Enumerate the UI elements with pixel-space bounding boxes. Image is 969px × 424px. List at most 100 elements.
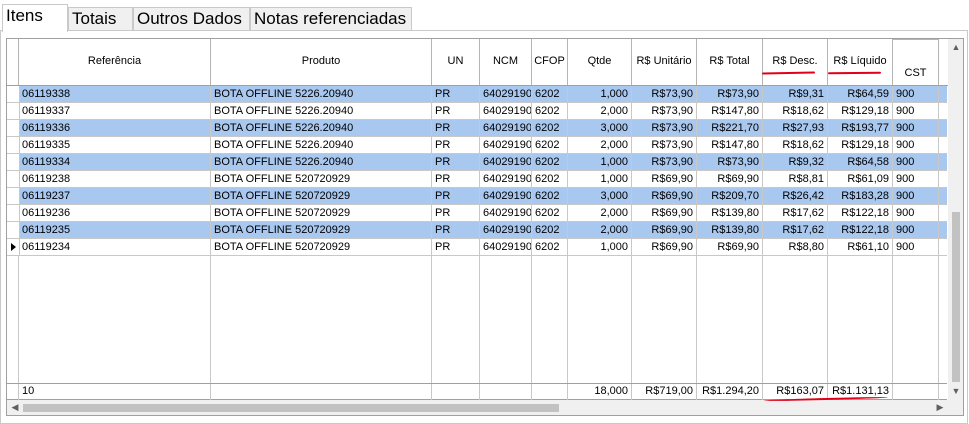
cell-qtde[interactable]: 1,000 xyxy=(568,171,632,187)
cell-qtde[interactable]: 3,000 xyxy=(568,120,632,136)
cell-un[interactable]: PR xyxy=(432,154,480,170)
cell-ncm[interactable]: 64029190 xyxy=(480,86,532,102)
cell-total[interactable]: R$73,90 xyxy=(697,86,763,102)
cell-cfop[interactable]: 6202 xyxy=(532,120,568,136)
cell-produto[interactable]: BOTA OFFLINE 5226.20940 xyxy=(211,120,432,136)
cell-cst[interactable]: 900 xyxy=(893,137,939,153)
header-col-cst[interactable]: CST xyxy=(893,39,939,86)
cell-cfop[interactable]: 6202 xyxy=(532,103,568,119)
cell-qtde[interactable]: 1,000 xyxy=(568,86,632,102)
header-col-liquido[interactable]: R$ Líquido xyxy=(828,39,893,86)
tab-itens[interactable]: Itens xyxy=(2,4,68,32)
cell-liquido[interactable]: R$122,18 xyxy=(828,222,893,238)
cell-total[interactable]: R$147,80 xyxy=(697,103,763,119)
table-row[interactable]: 06119337 BOTA OFFLINE 5226.20940 PR 6402919… xyxy=(7,103,947,120)
cell-unit[interactable]: R$69,90 xyxy=(632,188,697,204)
table-row[interactable]: 06119234 BOTA OFFLINE 520720929 PR 64029190… xyxy=(7,239,947,256)
tab-notas-referenciadas[interactable]: Notas referenciadas xyxy=(250,7,412,30)
cell-ref[interactable]: 06119337 xyxy=(19,103,211,119)
cell-desc[interactable]: R$8,80 xyxy=(763,239,828,255)
cell-qtde[interactable]: 2,000 xyxy=(568,103,632,119)
header-col-un[interactable]: UN xyxy=(432,39,480,86)
cell-cst[interactable]: 900 xyxy=(893,120,939,136)
cell-unit[interactable]: R$69,90 xyxy=(632,239,697,255)
cell-qtde[interactable]: 1,000 xyxy=(568,239,632,255)
cell-liquido[interactable]: R$129,18 xyxy=(828,137,893,153)
cell-produto[interactable]: BOTA OFFLINE 520720929 xyxy=(211,222,432,238)
cell-unit[interactable]: R$69,90 xyxy=(632,171,697,187)
cell-produto[interactable]: BOTA OFFLINE 5226.20940 xyxy=(211,86,432,102)
cell-ref[interactable]: 06119238 xyxy=(19,171,211,187)
scroll-up-icon[interactable]: ▲ xyxy=(948,39,963,55)
cell-ncm[interactable]: 64029190 xyxy=(480,103,532,119)
cell-produto[interactable]: BOTA OFFLINE 5226.20940 xyxy=(211,137,432,153)
cell-cst[interactable]: 900 xyxy=(893,188,939,204)
cell-desc[interactable]: R$18,62 xyxy=(763,103,828,119)
cell-desc[interactable]: R$27,93 xyxy=(763,120,828,136)
cell-unit[interactable]: R$73,90 xyxy=(632,154,697,170)
header-col-unitario[interactable]: R$ Unitário xyxy=(632,39,697,86)
cell-qtde[interactable]: 2,000 xyxy=(568,205,632,221)
header-col-ncm[interactable]: NCM xyxy=(480,39,532,86)
cell-ncm[interactable]: 64029190 xyxy=(480,222,532,238)
cell-ref[interactable]: 06119336 xyxy=(19,120,211,136)
cell-ncm[interactable]: 64029190 xyxy=(480,239,532,255)
cell-unit[interactable]: R$73,90 xyxy=(632,137,697,153)
cell-total[interactable]: R$69,90 xyxy=(697,239,763,255)
cell-desc[interactable]: R$9,32 xyxy=(763,154,828,170)
cell-total[interactable]: R$139,80 xyxy=(697,205,763,221)
header-col-produto[interactable]: Produto xyxy=(211,39,432,86)
header-col-cfop[interactable]: CFOP xyxy=(532,39,568,86)
cell-produto[interactable]: BOTA OFFLINE 520720929 xyxy=(211,171,432,187)
scroll-right-icon[interactable]: ▶ xyxy=(932,400,948,415)
table-row[interactable]: 06119235 BOTA OFFLINE 520720929 PR 64029190… xyxy=(7,222,947,239)
scroll-left-icon[interactable]: ◀ xyxy=(7,400,23,415)
cell-liquido[interactable]: R$183,28 xyxy=(828,188,893,204)
cell-desc[interactable]: R$17,62 xyxy=(763,205,828,221)
cell-unit[interactable]: R$69,90 xyxy=(632,205,697,221)
vertical-scrollbar[interactable]: ▲ ▼ xyxy=(948,39,963,399)
cell-unit[interactable]: R$73,90 xyxy=(632,120,697,136)
cell-ncm[interactable]: 64029190 xyxy=(480,188,532,204)
cell-cst[interactable]: 900 xyxy=(893,154,939,170)
cell-ref[interactable]: 06119237 xyxy=(19,188,211,204)
cell-qtde[interactable]: 2,000 xyxy=(568,137,632,153)
cell-produto[interactable]: BOTA OFFLINE 520720929 xyxy=(211,188,432,204)
cell-desc[interactable]: R$17,62 xyxy=(763,222,828,238)
cell-produto[interactable]: BOTA OFFLINE 5226.20940 xyxy=(211,103,432,119)
cell-cst[interactable]: 900 xyxy=(893,222,939,238)
table-row[interactable]: 06119334 BOTA OFFLINE 5226.20940 PR 6402919… xyxy=(7,154,947,171)
cell-cfop[interactable]: 6202 xyxy=(532,137,568,153)
cell-ref[interactable]: 06119234 xyxy=(19,239,211,255)
header-col-qtde[interactable]: Qtde xyxy=(568,39,632,86)
cell-ref[interactable]: 06119235 xyxy=(19,222,211,238)
cell-un[interactable]: PR xyxy=(432,239,480,255)
cell-qtde[interactable]: 2,000 xyxy=(568,222,632,238)
cell-ref[interactable]: 06119236 xyxy=(19,205,211,221)
horizontal-scroll-thumb[interactable] xyxy=(23,404,559,412)
cell-cst[interactable]: 900 xyxy=(893,103,939,119)
cell-cfop[interactable]: 6202 xyxy=(532,154,568,170)
cell-unit[interactable]: R$73,90 xyxy=(632,103,697,119)
cell-cst[interactable]: 900 xyxy=(893,86,939,102)
cell-liquido[interactable]: R$61,10 xyxy=(828,239,893,255)
cell-cfop[interactable]: 6202 xyxy=(532,188,568,204)
header-col-referencia[interactable]: Referência xyxy=(19,39,211,86)
table-row[interactable]: 06119238 BOTA OFFLINE 520720929 PR 64029190… xyxy=(7,171,947,188)
table-row[interactable]: 06119338 BOTA OFFLINE 5226.20940 PR 6402919… xyxy=(7,86,947,103)
tab-outros-dados[interactable]: Outros Dados xyxy=(133,7,250,30)
cell-un[interactable]: PR xyxy=(432,205,480,221)
cell-ncm[interactable]: 64029190 xyxy=(480,137,532,153)
cell-liquido[interactable]: R$64,58 xyxy=(828,154,893,170)
cell-qtde[interactable]: 1,000 xyxy=(568,154,632,170)
cell-total[interactable]: R$221,70 xyxy=(697,120,763,136)
table-row[interactable]: 06119336 BOTA OFFLINE 5226.20940 PR 6402919… xyxy=(7,120,947,137)
horizontal-scrollbar[interactable]: ◀ ▶ xyxy=(7,400,948,415)
cell-cst[interactable]: 900 xyxy=(893,205,939,221)
cell-un[interactable]: PR xyxy=(432,103,480,119)
cell-ref[interactable]: 06119335 xyxy=(19,137,211,153)
cell-desc[interactable]: R$26,42 xyxy=(763,188,828,204)
header-col-total[interactable]: R$ Total xyxy=(697,39,763,86)
cell-cst[interactable]: 900 xyxy=(893,239,939,255)
cell-cfop[interactable]: 6202 xyxy=(532,205,568,221)
